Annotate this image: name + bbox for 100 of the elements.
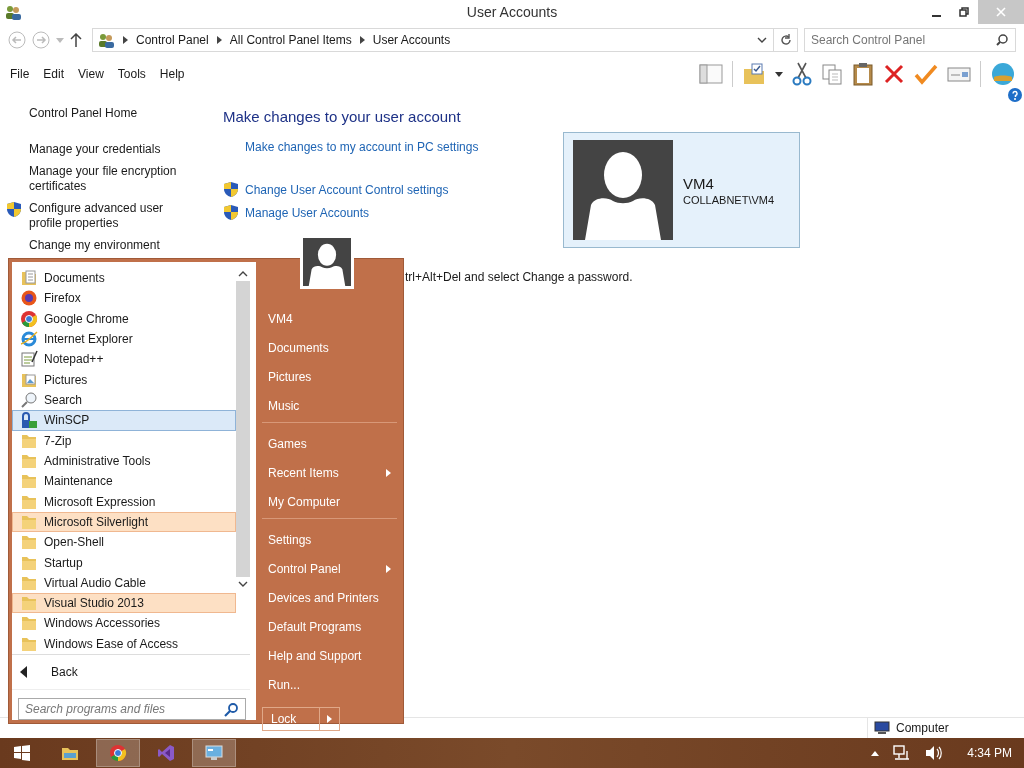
visual-studio-icon — [157, 744, 175, 762]
minimize-icon — [931, 15, 941, 17]
start-menu-item[interactable]: Run... — [262, 670, 397, 699]
scroll-up-icon[interactable] — [238, 271, 248, 277]
program-item[interactable]: Microsoft Expression — [12, 491, 236, 512]
account-domain: COLLABNET\VM4 — [683, 193, 775, 206]
task-link[interactable]: Change User Account Control settings — [245, 182, 449, 197]
start-menu-item[interactable]: Settings — [262, 525, 397, 554]
lock-computer-icon — [20, 411, 38, 430]
chevron-icon — [216, 36, 222, 44]
computer-icon — [874, 721, 890, 735]
program-item[interactable]: Startup — [12, 552, 236, 573]
program-item[interactable]: Notepad++ — [12, 349, 236, 370]
sidebar-link[interactable]: Configure advanced user profile properties — [29, 201, 189, 231]
search-icon — [996, 34, 1008, 46]
start-menu-item[interactable]: Control Panel — [262, 554, 397, 583]
users-icon — [97, 32, 115, 48]
task-link[interactable]: Make changes to my account in PC settings — [245, 139, 479, 154]
help-icon[interactable] — [1008, 88, 1022, 102]
task-link[interactable]: Manage User Accounts — [245, 205, 370, 220]
chrome-icon — [20, 309, 38, 328]
globe-icon[interactable] — [990, 61, 1016, 87]
program-item[interactable]: 7-Zip — [12, 430, 236, 451]
clipboard-icon[interactable] — [852, 62, 874, 86]
folder-icon — [20, 472, 38, 491]
address-bar[interactable]: Control Panel All Control Panel Items User Accounts — [92, 28, 774, 52]
program-item[interactable]: Administrative Tools — [12, 450, 236, 472]
status-location: Computer — [896, 721, 949, 735]
menu-item[interactable]: File — [10, 67, 30, 81]
breadcrumb[interactable]: User Accounts — [372, 33, 451, 47]
clock[interactable]: 4:34 PM — [967, 746, 1012, 760]
scissors-icon[interactable] — [792, 62, 812, 86]
network-icon[interactable] — [893, 745, 912, 761]
program-item[interactable]: Google Chrome — [12, 308, 236, 329]
folder-icon — [20, 594, 38, 613]
menu-item[interactable]: View — [78, 67, 104, 81]
start-menu-item[interactable]: Default Programs — [262, 612, 397, 641]
folder-icon — [20, 533, 38, 552]
sidebar-link[interactable]: Manage your file encryption certificates — [29, 164, 189, 194]
program-item[interactable]: Windows Ease of Access — [12, 633, 236, 654]
breadcrumb[interactable]: Control Panel — [136, 33, 209, 47]
back-button[interactable]: Back — [12, 655, 250, 690]
avatar-icon — [573, 140, 673, 240]
dropdown-icon[interactable] — [757, 37, 767, 43]
start-menu-item[interactable]: Music — [262, 391, 397, 420]
sidebar-link[interactable]: Manage your credentials — [29, 142, 189, 157]
menu-item[interactable]: Help — [159, 67, 185, 81]
menu-item[interactable]: Edit — [43, 67, 65, 81]
folder-check-icon[interactable] — [742, 63, 766, 85]
speaker-icon[interactable] — [925, 745, 944, 761]
program-item[interactable]: Internet Explorer — [12, 328, 236, 350]
chrome-app-button[interactable] — [96, 739, 140, 767]
menu-item[interactable]: Tools — [117, 67, 146, 81]
caret-icon[interactable] — [775, 71, 783, 77]
program-item[interactable]: Windows Accessories — [12, 613, 236, 634]
windows-logo-icon — [14, 745, 30, 761]
program-item[interactable]: WinSCP — [12, 410, 236, 431]
program-item[interactable]: Pictures — [12, 369, 236, 390]
start-menu-item[interactable]: Games — [262, 429, 397, 458]
properties-icon[interactable] — [947, 64, 971, 84]
page-heading: Make changes to your user account — [223, 108, 462, 125]
folder-icon — [20, 614, 38, 633]
search-field[interactable]: Search Control Panel — [804, 28, 1016, 52]
users-icon — [4, 4, 22, 20]
window-title: User Accounts — [466, 4, 558, 20]
tray-arrow-icon[interactable] — [871, 750, 880, 756]
start-menu-item[interactable]: Recent Items — [262, 458, 397, 487]
shield-icon — [223, 181, 239, 198]
program-item[interactable]: Firefox — [12, 288, 236, 309]
program-item[interactable]: Visual Studio 2013 — [12, 593, 236, 614]
program-item[interactable]: Virtual Audio Cable — [12, 572, 236, 593]
sidebar-link[interactable]: Control Panel Home — [29, 106, 189, 121]
delete-icon[interactable] — [883, 63, 905, 85]
magnifier-icon — [20, 391, 38, 410]
refresh-button[interactable] — [774, 28, 798, 52]
program-search-field[interactable]: Search programs and files — [18, 697, 246, 720]
up-arrow-icon[interactable] — [70, 33, 82, 47]
program-item[interactable]: Maintenance — [12, 471, 236, 492]
sidebar-link[interactable]: Change my environment — [29, 238, 189, 253]
lock-button[interactable]: Lock — [262, 707, 320, 731]
program-item[interactable]: Microsoft Silverlight — [12, 511, 236, 533]
program-item[interactable]: Search — [12, 389, 236, 411]
scroll-down-icon[interactable] — [238, 581, 248, 587]
panel-app-button[interactable] — [192, 739, 236, 767]
start-menu-item[interactable]: VM4 — [262, 304, 397, 333]
chrome-icon — [109, 744, 127, 762]
start-menu-item[interactable]: Pictures — [262, 362, 397, 391]
program-item[interactable]: Documents — [12, 268, 236, 289]
close-icon — [996, 7, 1006, 17]
notepad-icon — [20, 350, 38, 369]
search-icon — [224, 702, 238, 717]
checkmark-icon[interactable] — [914, 63, 938, 85]
shield-icon — [223, 204, 239, 221]
breadcrumb[interactable]: All Control Panel Items — [229, 33, 352, 47]
program-item[interactable]: Open-Shell — [12, 532, 236, 553]
start-menu-item[interactable]: Help and Support — [262, 641, 397, 670]
start-menu-item[interactable]: Documents — [262, 333, 397, 362]
start-menu-item[interactable]: My Computer — [262, 487, 397, 516]
lock-options-button[interactable] — [320, 707, 340, 731]
start-menu-item[interactable]: Devices and Printers — [262, 583, 397, 612]
